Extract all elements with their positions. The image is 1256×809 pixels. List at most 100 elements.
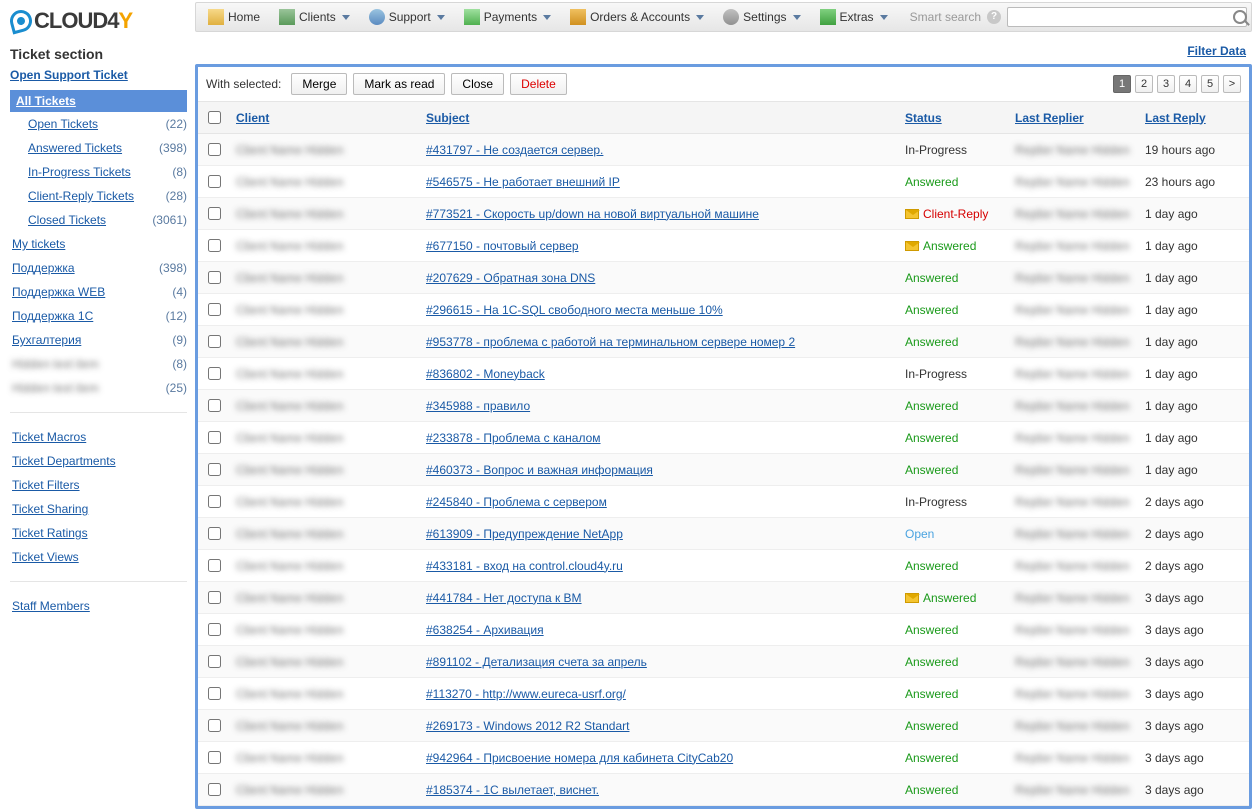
all-tickets-link[interactable]: All Tickets bbox=[16, 94, 76, 108]
open-support-ticket-link[interactable]: Open Support Ticket bbox=[10, 68, 128, 82]
ticket-subject-link[interactable]: #207629 - Обратная зона DNS bbox=[426, 271, 595, 285]
row-checkbox[interactable] bbox=[208, 783, 221, 796]
row-checkbox[interactable] bbox=[208, 399, 221, 412]
sidebar-extra-item[interactable]: Ticket Macros bbox=[12, 429, 86, 445]
menu-orders-accounts[interactable]: Orders & Accounts bbox=[562, 5, 713, 29]
table-row[interactable]: Client Name Hidden#546575 - Не работает … bbox=[198, 166, 1249, 198]
ticket-subject-link[interactable]: #185374 - 1С вылетает, виснет. bbox=[426, 783, 599, 797]
sidebar-sub-item[interactable]: Client-Reply Tickets bbox=[28, 188, 134, 204]
table-row[interactable]: Client Name Hidden#113270 - http://www.e… bbox=[198, 678, 1249, 710]
menu-support[interactable]: Support bbox=[361, 5, 454, 29]
ticket-subject-link[interactable]: #441784 - Нет доступа к ВМ bbox=[426, 591, 582, 605]
table-row[interactable]: Client Name Hidden#953778 - проблема с р… bbox=[198, 326, 1249, 358]
row-checkbox[interactable] bbox=[208, 463, 221, 476]
row-checkbox[interactable] bbox=[208, 655, 221, 668]
row-checkbox[interactable] bbox=[208, 143, 221, 156]
sidebar-extra-item[interactable]: Ticket Filters bbox=[12, 477, 80, 493]
col-subject[interactable]: Subject bbox=[426, 111, 469, 125]
ticket-subject-link[interactable]: #546575 - Не работает внешний IP bbox=[426, 175, 620, 189]
col-last-reply[interactable]: Last Reply bbox=[1145, 111, 1206, 125]
merge-button[interactable]: Merge bbox=[291, 73, 347, 95]
sidebar-extra-item[interactable]: Ticket Views bbox=[12, 549, 79, 565]
table-row[interactable]: Client Name Hidden#296615 - На 1С-SQL св… bbox=[198, 294, 1249, 326]
sidebar-extra-item[interactable]: Ticket Sharing bbox=[12, 501, 88, 517]
delete-button[interactable]: Delete bbox=[510, 73, 567, 95]
row-checkbox[interactable] bbox=[208, 207, 221, 220]
ticket-subject-link[interactable]: #113270 - http://www.eureca-usrf.org/ bbox=[426, 687, 626, 701]
menu-home[interactable]: Home bbox=[200, 5, 269, 29]
col-last-replier[interactable]: Last Replier bbox=[1015, 111, 1084, 125]
row-checkbox[interactable] bbox=[208, 559, 221, 572]
help-icon[interactable]: ? bbox=[987, 10, 1001, 24]
ticket-subject-link[interactable]: #245840 - Проблема с сервером bbox=[426, 495, 607, 509]
table-row[interactable]: Client Name Hidden#942964 - Присвоение н… bbox=[198, 742, 1249, 774]
table-row[interactable]: Client Name Hidden#441784 - Нет доступа … bbox=[198, 582, 1249, 614]
table-row[interactable]: Client Name Hidden#433181 - вход на cont… bbox=[198, 550, 1249, 582]
table-row[interactable]: Client Name Hidden#345988 - правилоAnswe… bbox=[198, 390, 1249, 422]
sidebar-sub-item[interactable]: Open Tickets bbox=[28, 116, 98, 132]
table-row[interactable]: Client Name Hidden#245840 - Проблема с с… bbox=[198, 486, 1249, 518]
ticket-subject-link[interactable]: #613909 - Предупреждение NetApp bbox=[426, 527, 623, 541]
sidebar-sub-item[interactable]: Closed Tickets bbox=[28, 212, 106, 228]
menu-settings[interactable]: Settings bbox=[715, 5, 809, 29]
table-row[interactable]: Client Name Hidden#613909 - Предупрежден… bbox=[198, 518, 1249, 550]
ticket-subject-link[interactable]: #953778 - проблема с работой на терминал… bbox=[426, 335, 795, 349]
menu-payments[interactable]: Payments bbox=[456, 5, 560, 29]
ticket-subject-link[interactable]: #942964 - Присвоение номера для кабинета… bbox=[426, 751, 733, 765]
table-row[interactable]: Client Name Hidden#431797 - Не создается… bbox=[198, 134, 1249, 166]
row-checkbox[interactable] bbox=[208, 367, 221, 380]
sidebar-group-item[interactable]: Бухгалтерия bbox=[12, 332, 81, 348]
ticket-subject-link[interactable]: #345988 - правило bbox=[426, 399, 530, 413]
menu-extras[interactable]: Extras bbox=[812, 5, 897, 29]
row-checkbox[interactable] bbox=[208, 495, 221, 508]
pager-1[interactable]: 1 bbox=[1113, 75, 1131, 93]
search-input[interactable] bbox=[1007, 7, 1247, 27]
row-checkbox[interactable] bbox=[208, 687, 221, 700]
row-checkbox[interactable] bbox=[208, 751, 221, 764]
table-row[interactable]: Client Name Hidden#891102 - Детализация … bbox=[198, 646, 1249, 678]
sidebar-group-item[interactable]: Поддержка 1С bbox=[12, 308, 93, 324]
row-checkbox[interactable] bbox=[208, 623, 221, 636]
select-all-checkbox[interactable] bbox=[208, 111, 221, 124]
row-checkbox[interactable] bbox=[208, 271, 221, 284]
sidebar-sub-item[interactable]: Answered Tickets bbox=[28, 140, 122, 156]
row-checkbox[interactable] bbox=[208, 527, 221, 540]
sidebar-extra-item[interactable]: Ticket Departments bbox=[12, 453, 116, 469]
ticket-subject-link[interactable]: #836802 - Moneyback bbox=[426, 367, 545, 381]
sidebar-group-item[interactable]: Поддержка bbox=[12, 260, 75, 276]
sidebar-group-item[interactable]: My tickets bbox=[12, 236, 65, 252]
ticket-subject-link[interactable]: #431797 - Не создается сервер. bbox=[426, 143, 603, 157]
ticket-subject-link[interactable]: #891102 - Детализация счета за апрель bbox=[426, 655, 647, 669]
search-icon[interactable] bbox=[1233, 10, 1247, 24]
row-checkbox[interactable] bbox=[208, 335, 221, 348]
pager-4[interactable]: 4 bbox=[1179, 75, 1197, 93]
pager-3[interactable]: 3 bbox=[1157, 75, 1175, 93]
table-row[interactable]: Client Name Hidden#836802 - MoneybackIn-… bbox=[198, 358, 1249, 390]
sidebar-extra-item[interactable]: Ticket Ratings bbox=[12, 525, 88, 541]
table-row[interactable]: Client Name Hidden#460373 - Вопрос и важ… bbox=[198, 454, 1249, 486]
ticket-subject-link[interactable]: #433181 - вход на control.cloud4y.ru bbox=[426, 559, 623, 573]
row-checkbox[interactable] bbox=[208, 303, 221, 316]
table-row[interactable]: Client Name Hidden#207629 - Обратная зон… bbox=[198, 262, 1249, 294]
col-status[interactable]: Status bbox=[905, 111, 942, 125]
mark-read-button[interactable]: Mark as read bbox=[353, 73, 445, 95]
table-row[interactable]: Client Name Hidden#233878 - Проблема с к… bbox=[198, 422, 1249, 454]
row-checkbox[interactable] bbox=[208, 239, 221, 252]
ticket-subject-link[interactable]: #233878 - Проблема с каналом bbox=[426, 431, 601, 445]
row-checkbox[interactable] bbox=[208, 175, 221, 188]
table-row[interactable]: Client Name Hidden#773521 - Скорость up/… bbox=[198, 198, 1249, 230]
filter-data-link[interactable]: Filter Data bbox=[1187, 44, 1246, 58]
ticket-subject-link[interactable]: #296615 - На 1С-SQL свободного места мен… bbox=[426, 303, 723, 317]
table-row[interactable]: Client Name Hidden#638254 - АрхивацияAns… bbox=[198, 614, 1249, 646]
row-checkbox[interactable] bbox=[208, 591, 221, 604]
pager-2[interactable]: 2 bbox=[1135, 75, 1153, 93]
staff-members-link[interactable]: Staff Members bbox=[12, 598, 90, 614]
ticket-subject-link[interactable]: #638254 - Архивация bbox=[426, 623, 544, 637]
ticket-subject-link[interactable]: #460373 - Вопрос и важная информация bbox=[426, 463, 653, 477]
sidebar-sub-item[interactable]: In-Progress Tickets bbox=[28, 164, 131, 180]
menu-clients[interactable]: Clients bbox=[271, 5, 359, 29]
ticket-subject-link[interactable]: #773521 - Скорость up/down на новой вирт… bbox=[426, 207, 759, 221]
table-row[interactable]: Client Name Hidden#185374 - 1С вылетает,… bbox=[198, 774, 1249, 806]
close-button[interactable]: Close bbox=[451, 73, 504, 95]
table-row[interactable]: Client Name Hidden#269173 - Windows 2012… bbox=[198, 710, 1249, 742]
